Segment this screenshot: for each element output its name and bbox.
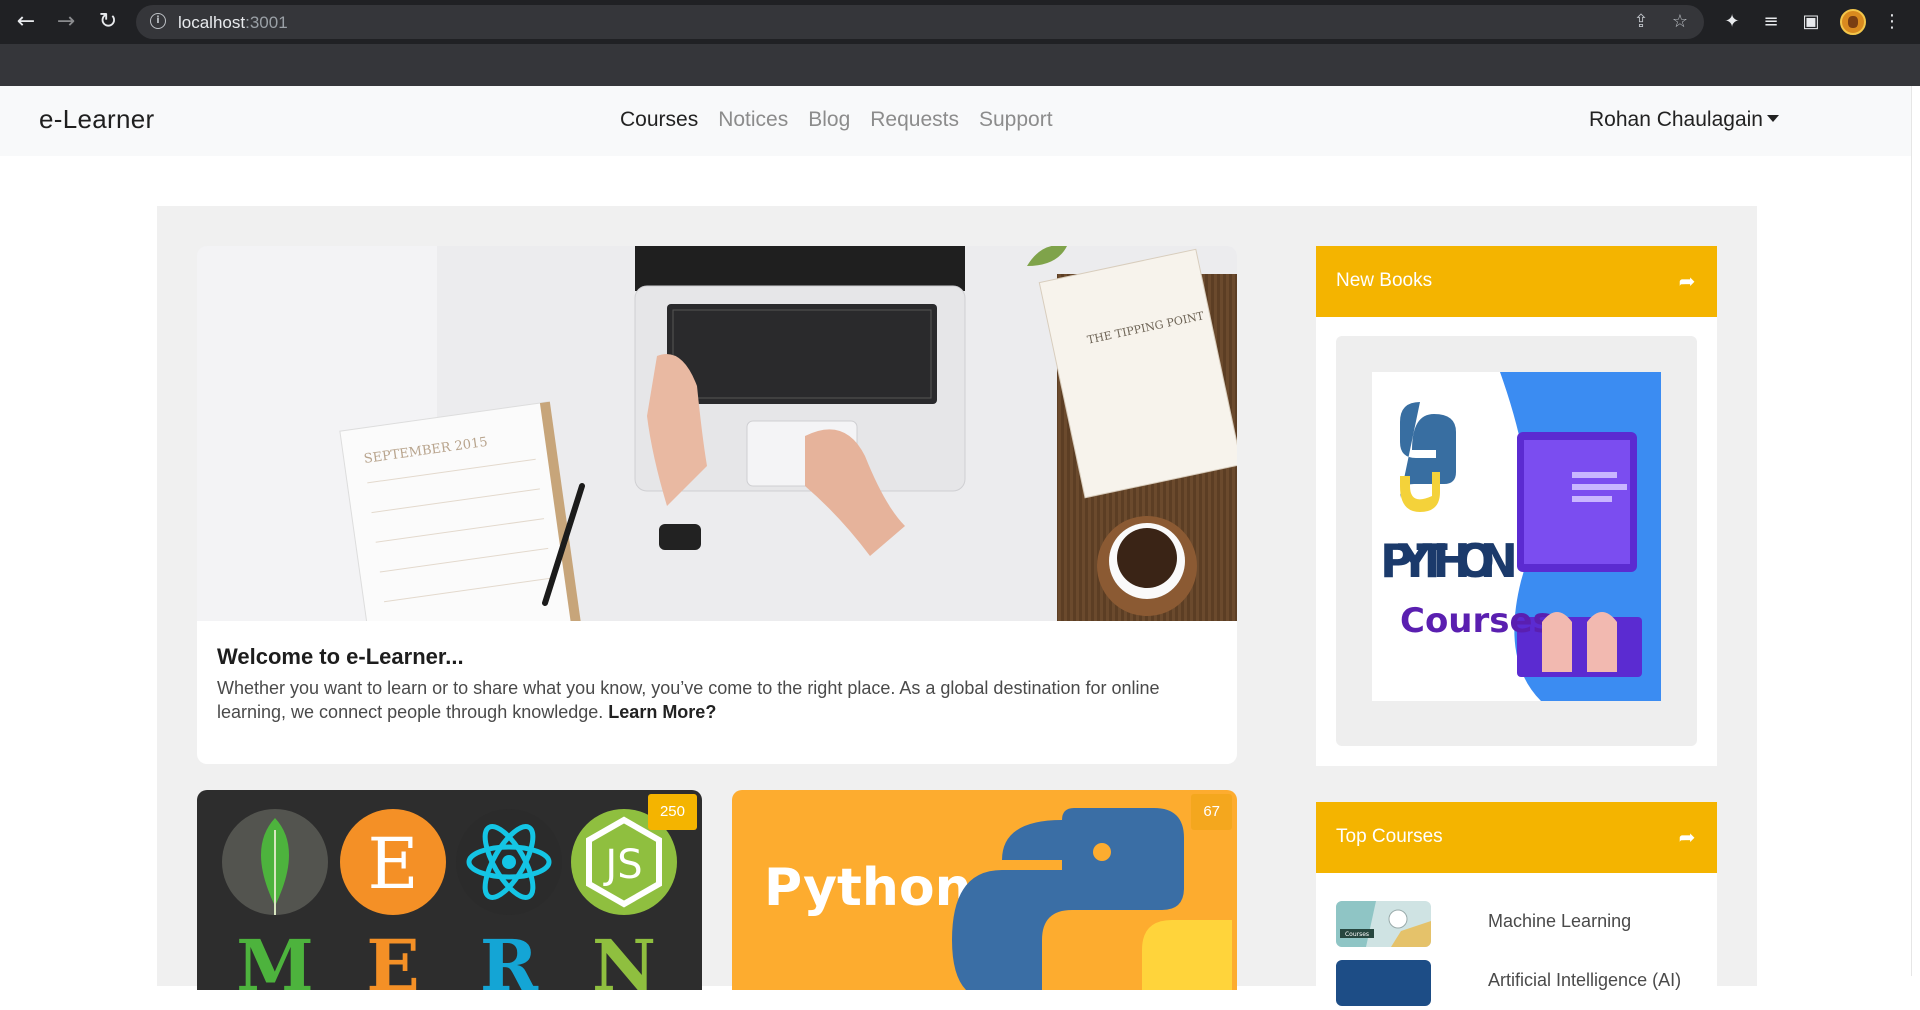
brand-logo[interactable]: e-Learner [39,104,154,135]
machine-learning-thumbnail: Courses [1336,901,1431,947]
site-info-icon[interactable]: i [150,13,166,29]
svg-text:E: E [367,823,418,905]
top-course-item[interactable]: Courses Machine Learning [1336,901,1697,951]
browser-chrome: ← → ↻ i localhost:3001 ⇪ ☆ ✦ ≡ ▣ ⋮ [0,0,1920,86]
top-courses-title: Top Courses [1336,826,1443,847]
welcome-title: Welcome to e-Learner... [217,644,464,669]
new-books-title: New Books [1336,270,1433,291]
svg-text:JS: JS [602,842,642,888]
top-courses-header: Top Courses ➦ [1316,802,1717,873]
new-books-panel: New Books ➦ PYTHON Courses [1316,246,1717,766]
profile-avatar-icon[interactable] [1840,9,1866,35]
reload-icon[interactable]: ↻ [96,10,120,34]
course-card-mern[interactable]: E JS M E R N 250 [197,790,702,990]
top-courses-panel: Top Courses ➦ Courses Machine Learning A… [1316,802,1717,1006]
top-course-name[interactable]: Machine Learning [1488,911,1631,932]
extensions-puzzle-icon[interactable]: ✦ [1720,10,1744,34]
learn-more-link[interactable]: Learn More? [608,702,716,722]
book-cover-title: PYTHON [1380,534,1518,588]
mern-letter-r: R [480,924,539,990]
mern-letter-m: M [236,924,314,990]
user-dropdown[interactable]: Rohan Chaulagain [1589,108,1779,132]
ml-thumb-illustration: Courses [1336,901,1431,947]
python-book-illustration: PYTHON Courses [1372,372,1661,701]
book-frame: PYTHON Courses [1336,336,1697,746]
back-arrow-icon[interactable]: ← [14,10,38,34]
browser-toolbar: ← → ↻ i localhost:3001 ⇪ ☆ ✦ ≡ ▣ ⋮ [0,0,1920,44]
mern-letter-e: E [366,924,419,990]
ai-thumbnail [1336,960,1431,1006]
desk-illustration: SEPTEMBER 2015 THE TIPPING POINT [197,246,1237,670]
share-arrow-icon[interactable]: ➦ [1675,826,1699,848]
page-scrollbar[interactable] [1911,86,1920,976]
mern-banner: E JS M E R N [222,809,677,990]
hero-image: SEPTEMBER 2015 THE TIPPING POINT [197,246,1237,670]
nav-item-notices[interactable]: Notices [718,108,788,132]
nav-item-requests[interactable]: Requests [870,108,959,132]
side-panel-icon[interactable]: ▣ [1799,10,1823,34]
new-books-header: New Books ➦ [1316,246,1717,317]
address-bar[interactable]: i localhost:3001 ⇪ ☆ [136,5,1704,39]
top-course-name[interactable]: Artificial Intelligence (AI) [1488,970,1681,991]
share-page-icon[interactable]: ⇪ [1631,12,1651,32]
welcome-description: Whether you want to learn or to share wh… [217,678,1160,722]
media-queue-icon[interactable]: ≡ [1759,10,1783,34]
mern-letter-n: N [592,924,656,990]
share-arrow-icon[interactable]: ➦ [1675,270,1699,292]
python-banner: Python [764,808,1232,990]
python-card-title: Python [764,858,972,918]
python-count-badge: 67 [1191,794,1232,830]
site-navbar: e-Learner Courses Notices Blog Requests … [0,86,1911,156]
course-card-python[interactable]: Python 67 [732,790,1237,990]
top-course-item[interactable]: Artificial Intelligence (AI) [1336,960,1697,1010]
main-menu: Courses Notices Blog Requests Support [620,108,1053,132]
user-name: Rohan Chaulagain [1589,108,1763,131]
caret-down-icon [1766,115,1779,122]
kebab-menu-icon[interactable]: ⋮ [1880,10,1904,34]
mern-count-badge: 250 [647,794,697,830]
forward-arrow-icon[interactable]: → [54,10,78,34]
url-text[interactable]: localhost:3001 [178,13,288,33]
svg-text:Courses: Courses [1345,931,1369,938]
nav-item-blog[interactable]: Blog [808,108,850,132]
welcome-card: SEPTEMBER 2015 THE TIPPING POINT Welcome… [197,246,1237,764]
book-cover-subtitle: Courses [1400,601,1553,641]
bookmark-star-icon[interactable]: ☆ [1670,12,1690,32]
nav-item-support[interactable]: Support [979,108,1053,132]
nav-item-courses[interactable]: Courses [620,108,698,132]
python-book-cover[interactable]: PYTHON Courses [1372,372,1661,701]
